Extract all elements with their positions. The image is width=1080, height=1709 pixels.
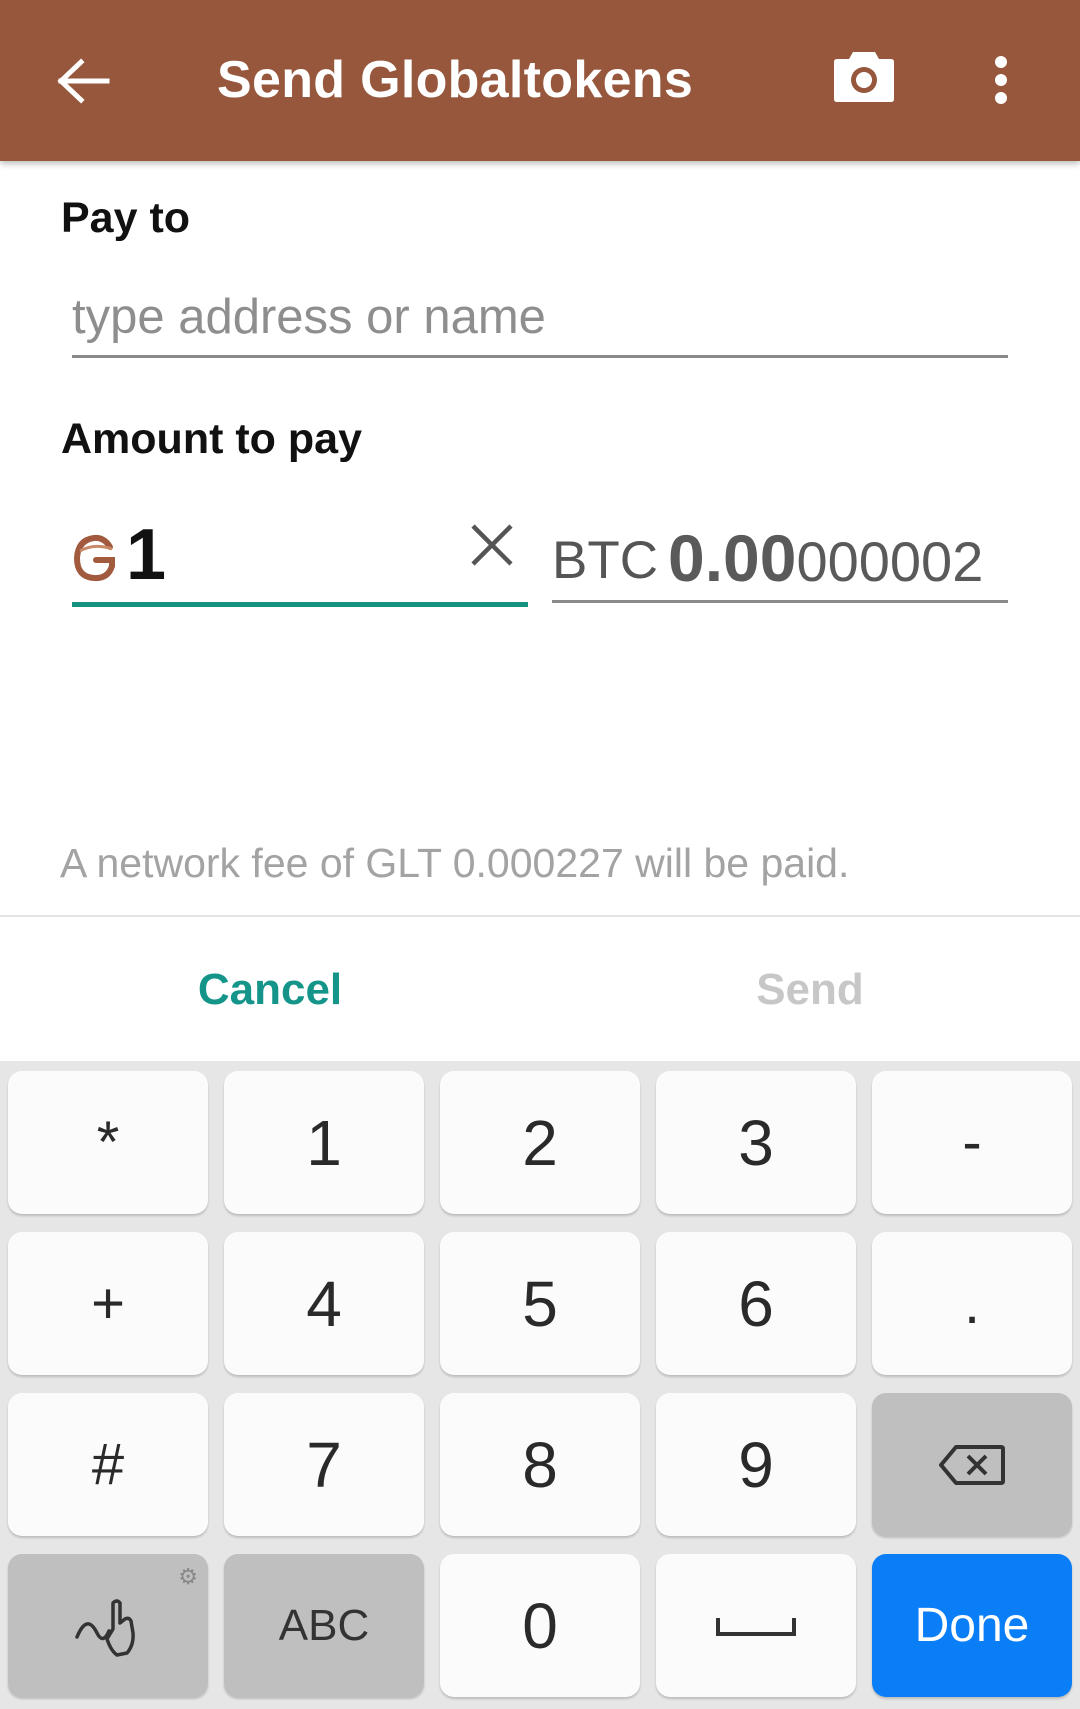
- btc-amount-value: 0.00000002: [668, 519, 984, 600]
- glt-amount-value: 1: [126, 515, 167, 595]
- back-button[interactable]: [48, 45, 120, 117]
- key-backspace[interactable]: [872, 1393, 1072, 1536]
- btc-amount-field[interactable]: BTC 0.00000002: [552, 505, 1008, 603]
- key-0[interactable]: 0: [440, 1554, 640, 1697]
- btc-currency-code: BTC: [552, 531, 658, 590]
- numeric-keyboard: * 1 2 3 - + 4 5 6 . # 7 8 9 ⚙ ABC 0 Done: [0, 1061, 1080, 1709]
- key-2[interactable]: 2: [440, 1071, 640, 1214]
- app-bar: Send Globaltokens: [0, 0, 1080, 161]
- key-3[interactable]: 3: [656, 1071, 856, 1214]
- address-field-container: [72, 282, 1008, 358]
- key-period[interactable]: .: [872, 1232, 1072, 1375]
- overflow-menu-button[interactable]: [968, 42, 1034, 118]
- clear-amount-button[interactable]: [462, 515, 522, 575]
- close-icon: [471, 524, 513, 566]
- address-input[interactable]: [72, 282, 1008, 352]
- key-5[interactable]: 5: [440, 1232, 640, 1375]
- camera-icon: [834, 52, 894, 102]
- key-4[interactable]: 4: [224, 1232, 424, 1375]
- pay-to-label: Pay to: [61, 194, 191, 242]
- network-fee-text: A network fee of GLT 0.000227 will be pa…: [60, 840, 850, 886]
- glt-amount-field[interactable]: 1: [72, 505, 528, 607]
- key-abc[interactable]: ABC: [224, 1554, 424, 1697]
- backspace-icon: [939, 1444, 1005, 1485]
- key-handwriting[interactable]: ⚙: [8, 1554, 208, 1697]
- key-hash[interactable]: #: [8, 1393, 208, 1536]
- amount-label: Amount to pay: [61, 415, 362, 463]
- btc-amount-rest: 000002: [796, 530, 984, 593]
- key-plus[interactable]: +: [8, 1232, 208, 1375]
- divider: [0, 915, 1080, 917]
- cancel-button[interactable]: Cancel: [190, 960, 350, 1020]
- gear-icon: ⚙: [178, 1564, 198, 1589]
- more-vert-icon: [995, 56, 1007, 104]
- scan-qr-button[interactable]: [826, 40, 902, 112]
- space-icon: [716, 1617, 796, 1636]
- handwriting-icon: [75, 1598, 135, 1657]
- key-minus[interactable]: -: [872, 1071, 1072, 1214]
- key-6[interactable]: 6: [656, 1232, 856, 1375]
- globaltoken-logo-icon: [73, 534, 115, 582]
- screen-title: Send Globaltokens: [217, 51, 694, 109]
- key-1[interactable]: 1: [224, 1071, 424, 1214]
- key-done[interactable]: Done: [872, 1554, 1072, 1697]
- arrow-back-icon: [57, 58, 110, 104]
- key-9[interactable]: 9: [656, 1393, 856, 1536]
- key-space[interactable]: [656, 1554, 856, 1697]
- key-8[interactable]: 8: [440, 1393, 640, 1536]
- send-button[interactable]: Send: [740, 960, 880, 1020]
- key-7[interactable]: 7: [224, 1393, 424, 1536]
- key-asterisk[interactable]: *: [8, 1071, 208, 1214]
- btc-amount-main: 0.00: [668, 521, 797, 595]
